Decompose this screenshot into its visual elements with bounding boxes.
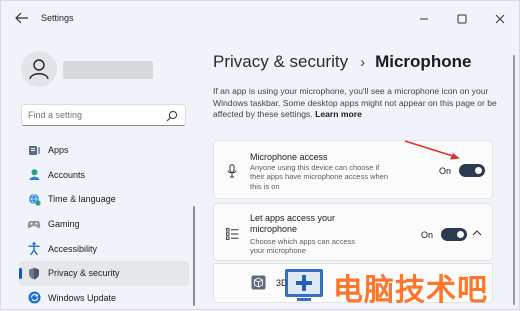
main-scrollbar[interactable]: [513, 55, 515, 305]
user-profile[interactable]: [21, 51, 153, 87]
person-icon: [29, 59, 49, 80]
title-bar: Settings: [1, 1, 519, 37]
card-subtitle: Choose which apps can access your microp…: [250, 237, 356, 256]
window-controls: [405, 1, 519, 37]
back-arrow-icon[interactable]: [15, 12, 31, 26]
app-row-3d-viewer: 3D Viewer: [213, 263, 493, 303]
sidebar-item-label: Apps: [48, 145, 69, 156]
3d-viewer-icon: [250, 274, 266, 290]
microphone-access-toggle[interactable]: [459, 164, 485, 177]
sidebar-item-label: Windows Update: [48, 292, 117, 303]
search-input[interactable]: [28, 110, 158, 120]
sidebar-item-windows-update[interactable]: Windows Update: [19, 286, 189, 311]
apps-icon: [27, 143, 41, 157]
learn-more-link[interactable]: Learn more: [315, 109, 362, 119]
gamepad-icon: [27, 217, 41, 231]
shield-icon: [27, 266, 41, 280]
active-indicator: [19, 267, 22, 279]
maximize-button[interactable]: [443, 1, 481, 37]
card-title: Let apps access your microphone: [250, 213, 336, 234]
sidebar-item-label: Accounts: [48, 169, 86, 180]
minimize-button[interactable]: [405, 1, 443, 37]
sidebar-nav: Apps Accounts Time & language Gaming Acc…: [19, 138, 189, 310]
microphone-icon: [225, 163, 239, 179]
chevron-up-icon[interactable]: [472, 229, 482, 237]
card-title: Microphone access: [250, 152, 328, 162]
let-apps-access-card: Let apps access your microphone Choose w…: [213, 203, 493, 261]
sidebar-item-accounts[interactable]: Accounts: [19, 163, 189, 188]
app-title: Settings: [41, 13, 74, 23]
sidebar-item-time-language[interactable]: Time & language: [19, 187, 189, 212]
page-description: If an app is using your microphone, you'…: [213, 86, 503, 121]
breadcrumb-separator-icon: ›: [360, 53, 366, 71]
let-apps-access-toggle[interactable]: [441, 228, 467, 241]
accounts-icon: [27, 168, 41, 182]
accessibility-icon: [27, 242, 41, 256]
avatar[interactable]: [21, 51, 57, 87]
page-title: Microphone: [375, 52, 472, 71]
profile-name-redacted: [63, 61, 153, 79]
search-icon: [166, 110, 178, 122]
app-list-icon: [225, 226, 239, 242]
sidebar-item-label: Time & language: [48, 194, 116, 205]
toggle-knob: [475, 167, 482, 174]
sidebar-item-label: Privacy & security: [48, 268, 120, 279]
toggle-knob: [457, 231, 464, 238]
sidebar-item-apps[interactable]: Apps: [19, 138, 189, 163]
globe-clock-icon: [27, 192, 41, 206]
search-box[interactable]: [21, 104, 186, 126]
sync-icon: [27, 291, 41, 305]
sidebar-item-gaming[interactable]: Gaming: [19, 212, 189, 237]
sidebar-item-label: Gaming: [48, 219, 80, 230]
toggle-state-label: On: [439, 166, 452, 176]
toggle-state-label: On: [421, 230, 434, 240]
app-name: 3D Viewer: [276, 278, 318, 288]
microphone-access-card: Microphone access Anyone using this devi…: [213, 140, 493, 199]
card-subtitle: Anyone using this device can choose if t…: [250, 163, 388, 191]
settings-window: Settings Find a setting Apps Accounts Ti…: [0, 0, 520, 310]
close-button[interactable]: [481, 1, 519, 37]
breadcrumb: Privacy & security › Microphone: [213, 52, 471, 72]
sidebar-scrollbar[interactable]: [193, 206, 195, 306]
sidebar-item-privacy-security[interactable]: Privacy & security: [19, 260, 189, 286]
sidebar-item-label: Accessibility: [48, 243, 98, 254]
breadcrumb-parent[interactable]: Privacy & security: [213, 52, 348, 72]
sidebar-item-accessibility[interactable]: Accessibility: [19, 236, 189, 261]
